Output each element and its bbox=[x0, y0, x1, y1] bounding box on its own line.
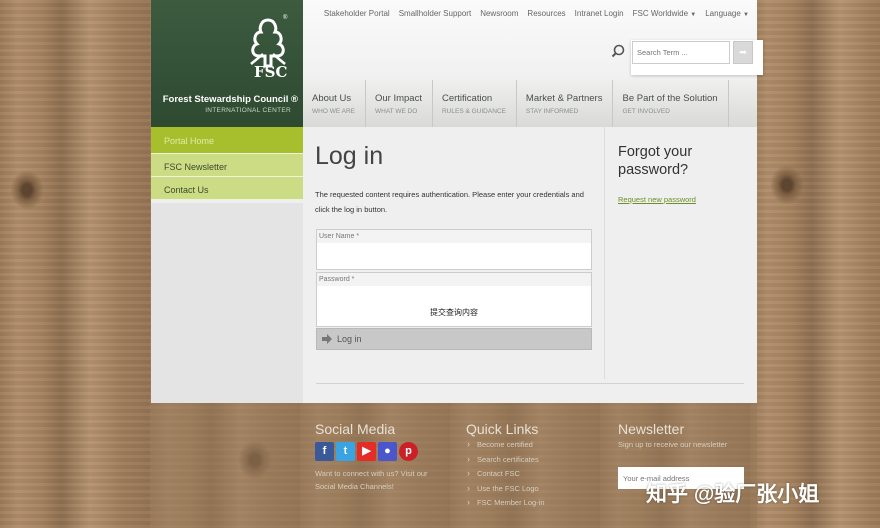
wood-knot bbox=[10, 170, 44, 210]
topnav-smallholder-support[interactable]: Smallholder Support bbox=[399, 9, 471, 18]
topnav-language-label: Language bbox=[705, 9, 741, 18]
topnav-stakeholder-portal[interactable]: Stakeholder Portal bbox=[324, 9, 390, 18]
nav-be-part-of-solution[interactable]: Be Part of the Solution GET INVOLVED bbox=[613, 80, 729, 127]
content-divider bbox=[316, 383, 744, 384]
flickr-icon[interactable]: ● bbox=[378, 442, 397, 461]
org-name: Forest Stewardship Council ® bbox=[162, 94, 298, 105]
topnav-resources[interactable]: Resources bbox=[527, 9, 565, 18]
nav-title: Certification bbox=[441, 93, 493, 104]
nav-market-partners[interactable]: Market & Partners STAY INFORMED bbox=[517, 80, 614, 127]
column-divider bbox=[604, 127, 605, 379]
social-media-text: Want to connect with us? Visit our Socia… bbox=[315, 469, 428, 491]
nav-subtitle: STAY INFORMED bbox=[525, 108, 579, 115]
org-subtitle: INTERNATIONAL CENTER bbox=[205, 107, 291, 114]
newsletter-heading: Newsletter bbox=[618, 421, 685, 437]
arrow-right-icon bbox=[322, 334, 332, 344]
quick-link-use-logo[interactable]: Use the FSC Logo bbox=[466, 483, 545, 499]
search-submit-button[interactable]: ➡ bbox=[733, 41, 753, 64]
topnav-language[interactable]: Language ▼ bbox=[705, 9, 749, 18]
main-nav: About Us WHO WE ARE Our Impact WHAT WE D… bbox=[303, 80, 729, 127]
quick-links-list: Become certified Search certificates Con… bbox=[466, 439, 545, 513]
wood-knot bbox=[770, 165, 804, 205]
nav-subtitle: GET INVOLVED bbox=[622, 108, 670, 115]
logo-text: FSC bbox=[254, 63, 288, 81]
youtube-icon[interactable]: ▶ bbox=[357, 442, 376, 461]
nav-subtitle: WHO WE ARE bbox=[312, 108, 355, 115]
quick-link-become-certified[interactable]: Become certified bbox=[466, 439, 545, 455]
username-field[interactable]: User Name * bbox=[316, 229, 592, 270]
sidebar-item-fsc-newsletter[interactable]: FSC Newsletter bbox=[151, 154, 303, 177]
nav-title: Market & Partners bbox=[525, 93, 603, 104]
twitter-icon[interactable]: t bbox=[336, 442, 355, 461]
sidebar-item-portal-home[interactable]: Portal Home bbox=[151, 127, 303, 154]
forgot-password-heading: Forgot your password? bbox=[618, 144, 693, 178]
caret-down-icon: ▼ bbox=[743, 12, 749, 18]
nav-subtitle: RULES & GUIDANCE bbox=[441, 108, 506, 115]
nav-subtitle: WHAT WE DO bbox=[374, 108, 418, 115]
search-input[interactable] bbox=[632, 41, 730, 64]
password-label: Password * bbox=[317, 273, 591, 286]
login-button[interactable]: Log in bbox=[316, 328, 592, 350]
utility-nav: Stakeholder Portal Smallholder Support N… bbox=[324, 9, 749, 18]
sidebar: Portal Home FSC Newsletter Contact Us bbox=[151, 127, 303, 200]
social-icons: f t ▶ ● p bbox=[315, 442, 418, 461]
nav-title: Our Impact bbox=[374, 93, 422, 104]
arrow-right-icon: ➡ bbox=[739, 47, 747, 57]
request-new-password-link[interactable]: Request new password bbox=[618, 195, 696, 204]
username-label: User Name * bbox=[317, 230, 591, 243]
nav-about-us[interactable]: About Us WHO WE ARE bbox=[303, 80, 366, 127]
overlay-caption: 提交查询内容 bbox=[430, 308, 478, 317]
sidebar-background bbox=[151, 203, 303, 403]
page-title: Log in bbox=[315, 142, 384, 170]
quick-link-search-certificates[interactable]: Search certificates bbox=[466, 454, 545, 470]
quick-links-heading: Quick Links bbox=[466, 421, 539, 437]
quick-link-contact-fsc[interactable]: Contact FSC bbox=[466, 468, 545, 484]
quick-link-member-login[interactable]: FSC Member Log-in bbox=[466, 497, 545, 513]
topnav-intranet-login[interactable]: Intranet Login bbox=[575, 9, 624, 18]
registered-mark: ® bbox=[283, 15, 288, 21]
password-field[interactable]: Password * bbox=[316, 272, 592, 327]
watermark-text: 知乎 @验厂张小姐 bbox=[646, 483, 820, 506]
brand-block[interactable]: ® FSC Forest Stewardship Council ® INTER… bbox=[151, 0, 303, 127]
login-button-label: Log in bbox=[337, 334, 362, 344]
caret-down-icon: ▼ bbox=[690, 12, 697, 18]
nav-certification[interactable]: Certification RULES & GUIDANCE bbox=[433, 80, 517, 127]
nav-title: About Us bbox=[312, 93, 352, 104]
pinterest-icon[interactable]: p bbox=[399, 442, 418, 461]
nav-title: Be Part of the Solution bbox=[622, 93, 718, 104]
sidebar-item-contact-us[interactable]: Contact Us bbox=[151, 177, 303, 200]
nav-our-impact[interactable]: Our Impact WHAT WE DO bbox=[366, 80, 433, 127]
topnav-newsroom[interactable]: Newsroom bbox=[480, 9, 518, 18]
topnav-fsc-worldwide-label: FSC Worldwide bbox=[632, 9, 689, 18]
social-media-heading: Social Media bbox=[315, 421, 396, 437]
login-description: The requested content requires authentic… bbox=[315, 190, 584, 214]
topnav-fsc-worldwide[interactable]: FSC Worldwide ▼ bbox=[633, 9, 697, 18]
newsletter-subtext: Sign up to receive our newsletter bbox=[618, 440, 728, 449]
search-icon[interactable] bbox=[611, 44, 625, 58]
facebook-icon[interactable]: f bbox=[315, 442, 334, 461]
